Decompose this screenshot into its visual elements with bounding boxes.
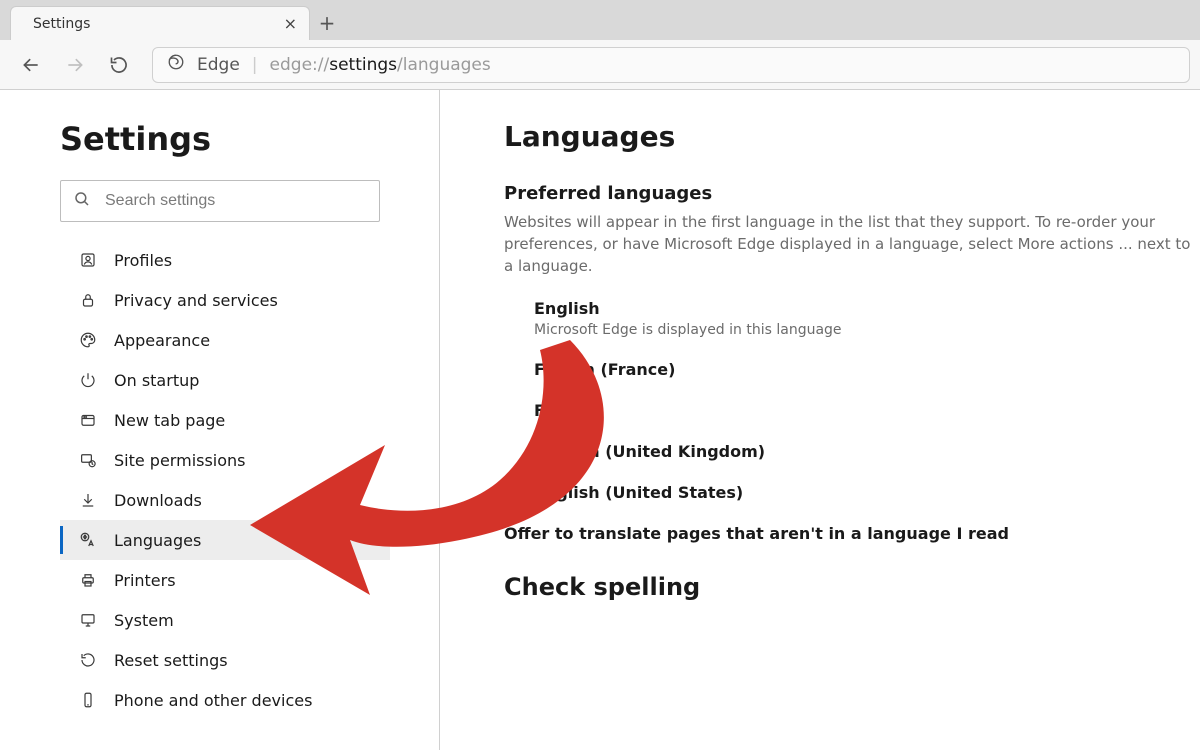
preferred-languages-heading: Preferred languages	[504, 183, 1200, 204]
sidebar-item-permissions[interactable]: Site permissions	[60, 440, 390, 480]
sidebar-item-label: Languages	[114, 531, 201, 550]
sidebar-item-languages[interactable]: Languages	[60, 520, 390, 560]
printer-icon	[78, 570, 98, 590]
phone-icon	[78, 690, 98, 710]
sidebar-item-privacy[interactable]: Privacy and services	[60, 280, 390, 320]
sidebar-item-label: System	[114, 611, 174, 630]
tab-title: Settings	[33, 16, 90, 32]
sidebar-item-label: Profiles	[114, 251, 172, 270]
sidebar-item-downloads[interactable]: Downloads	[60, 480, 390, 520]
language-name: French (France)	[534, 360, 1200, 379]
sidebar-item-label: Reset settings	[114, 651, 228, 670]
content-area: Settings Profiles Privacy and services A…	[0, 90, 1200, 750]
address-product: Edge	[197, 55, 240, 75]
language-row[interactable]: French (France)	[534, 360, 1200, 379]
settings-search[interactable]	[60, 180, 380, 222]
power-icon	[78, 370, 98, 390]
language-row[interactable]: French	[534, 401, 1200, 420]
language-name: English	[534, 299, 1200, 318]
settings-sidebar: Settings Profiles Privacy and services A…	[0, 90, 440, 750]
check-spelling-heading: Check spelling	[504, 573, 1200, 601]
sidebar-item-system[interactable]: System	[60, 600, 390, 640]
sidebar-item-appearance[interactable]: Appearance	[60, 320, 390, 360]
refresh-button[interactable]	[98, 44, 140, 86]
languages-icon	[78, 530, 98, 550]
system-icon	[78, 610, 98, 630]
edge-logo-icon	[167, 53, 185, 76]
palette-icon	[78, 330, 98, 350]
search-icon	[73, 190, 91, 212]
sidebar-item-label: New tab page	[114, 411, 225, 430]
tab-strip: Settings × +	[0, 0, 1200, 40]
forward-button[interactable]	[54, 44, 96, 86]
sidebar-item-label: Printers	[114, 571, 176, 590]
preferred-languages-description: Websites will appear in the first langua…	[504, 212, 1200, 277]
new-tab-button[interactable]: +	[310, 6, 344, 40]
settings-search-input[interactable]	[103, 191, 367, 211]
language-name: English (United States)	[534, 483, 1200, 502]
newtab-icon	[78, 410, 98, 430]
translate-toggle-row[interactable]: Offer to translate pages that aren't in …	[504, 524, 1200, 543]
back-button[interactable]	[10, 44, 52, 86]
profile-icon	[78, 250, 98, 270]
permissions-icon	[78, 450, 98, 470]
sidebar-item-label: Appearance	[114, 331, 210, 350]
language-note: Microsoft Edge is displayed in this lang…	[534, 322, 1200, 338]
language-row[interactable]: English Microsoft Edge is displayed in t…	[534, 299, 1200, 338]
sidebar-item-label: Site permissions	[114, 451, 246, 470]
sidebar-item-newtab[interactable]: New tab page	[60, 400, 390, 440]
lock-icon	[78, 290, 98, 310]
address-divider: |	[252, 55, 258, 75]
settings-nav: Profiles Privacy and services Appearance…	[60, 240, 439, 720]
address-bar[interactable]: Edge | edge://settings/languages	[152, 47, 1190, 83]
tab-close-icon[interactable]: ×	[284, 14, 297, 33]
language-row[interactable]: English (United States)	[534, 483, 1200, 502]
address-url: edge://settings/languages	[270, 55, 491, 75]
page-title: Languages	[504, 120, 1200, 153]
translate-toggle-label: Offer to translate pages that aren't in …	[504, 524, 1009, 543]
language-name: English (United Kingdom)	[534, 442, 1200, 461]
settings-title: Settings	[60, 120, 439, 158]
browser-toolbar: Edge | edge://settings/languages	[0, 40, 1200, 90]
settings-main: Languages Preferred languages Websites w…	[440, 90, 1200, 750]
language-name: French	[534, 401, 1200, 420]
sidebar-item-reset[interactable]: Reset settings	[60, 640, 390, 680]
sidebar-item-printers[interactable]: Printers	[60, 560, 390, 600]
reset-icon	[78, 650, 98, 670]
sidebar-item-startup[interactable]: On startup	[60, 360, 390, 400]
sidebar-item-label: Privacy and services	[114, 291, 278, 310]
language-row[interactable]: English (United Kingdom)	[534, 442, 1200, 461]
sidebar-item-label: Phone and other devices	[114, 691, 312, 710]
sidebar-item-label: Downloads	[114, 491, 202, 510]
sidebar-item-profiles[interactable]: Profiles	[60, 240, 390, 280]
sidebar-item-phone[interactable]: Phone and other devices	[60, 680, 390, 720]
download-icon	[78, 490, 98, 510]
browser-tab[interactable]: Settings ×	[10, 6, 310, 40]
sidebar-item-label: On startup	[114, 371, 199, 390]
